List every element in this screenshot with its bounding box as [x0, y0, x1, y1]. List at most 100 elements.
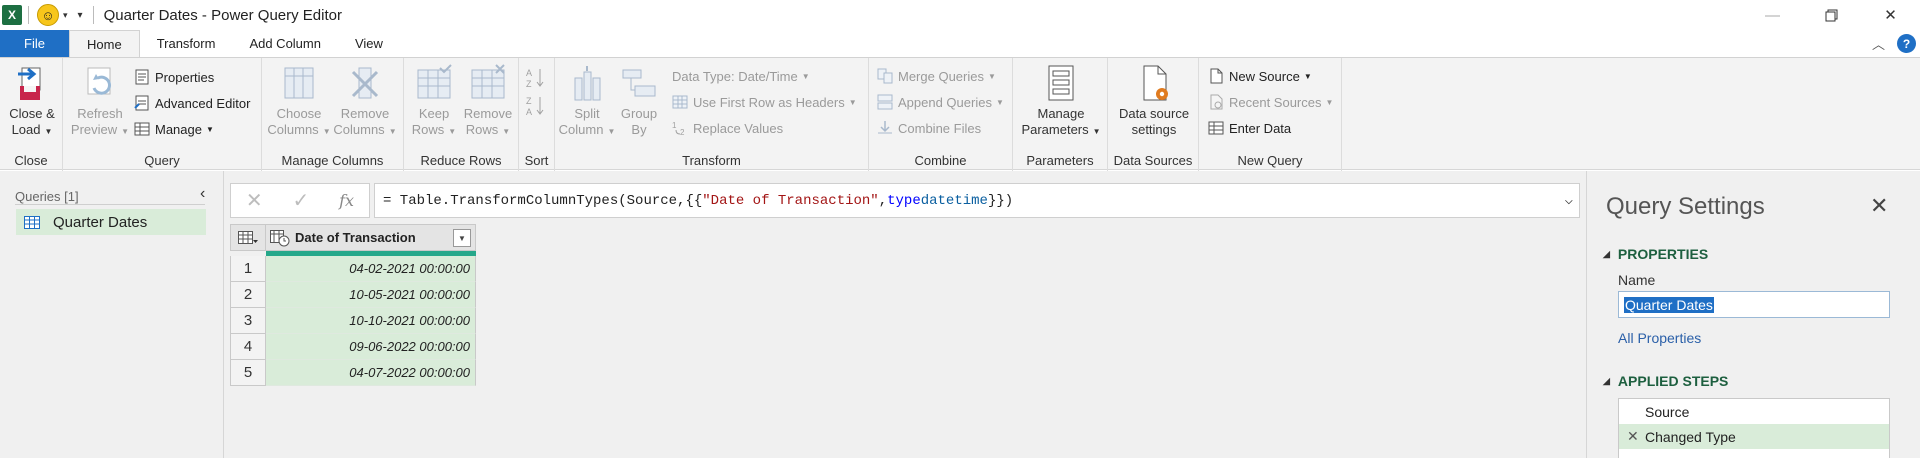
main-area: ✕ ✓ fx = Table.TransformColumnTypes(Sour…: [224, 171, 1586, 458]
group-combine-label: Combine: [914, 153, 967, 168]
step-changed-type[interactable]: ✕ Changed Type: [1619, 424, 1889, 449]
group-by-button[interactable]: Group By: [617, 64, 661, 138]
data-type-button[interactable]: Data Type: Date/Time ▼: [672, 66, 810, 86]
restore-button[interactable]: [1802, 0, 1861, 30]
svg-text:1: 1: [672, 121, 677, 130]
cancel-formula-icon[interactable]: ✕: [246, 188, 263, 213]
group-by-label-2: By: [631, 122, 647, 137]
advanced-editor-icon: [134, 95, 149, 111]
excel-logo-icon: X: [2, 5, 22, 25]
collapse-ribbon-icon[interactable]: ︿: [1872, 34, 1885, 53]
row-number[interactable]: 3: [230, 308, 266, 334]
remove-rows-button[interactable]: Remove Rows ▼: [460, 64, 516, 140]
choose-columns-icon: [284, 67, 314, 99]
manage-parameters-label-2: Parameters ▼: [1021, 122, 1101, 137]
minimize-button[interactable]: —: [1743, 0, 1802, 30]
append-queries-button[interactable]: Append Queries ▼: [877, 92, 1004, 112]
table-cell[interactable]: 10-10-2021 00:00:00: [266, 308, 476, 334]
data-source-settings-button[interactable]: Data source settings: [1114, 64, 1194, 138]
manage-button[interactable]: Manage ▼: [134, 119, 214, 139]
tab-transform[interactable]: Transform: [140, 30, 233, 57]
expand-formula-icon[interactable]: ⌵: [1565, 192, 1573, 209]
properties-button[interactable]: Properties: [134, 67, 214, 87]
table-row: 1 04-02-2021 00:00:00: [230, 256, 476, 282]
group-close-label: Close: [14, 153, 48, 168]
close-load-button[interactable]: Close & Load ▼: [6, 64, 58, 140]
data-grid: Date of Transaction ▼ 1 04-02-2021 00:00…: [230, 224, 476, 386]
formula-input[interactable]: = Table.TransformColumnTypes(Source,{{"D…: [374, 183, 1580, 218]
close-window-button[interactable]: ✕: [1861, 0, 1920, 30]
formula-prefix: = Table.TransformColumnTypes(Source,{{: [383, 192, 703, 209]
fx-icon[interactable]: fx: [339, 191, 354, 210]
group-parameters-label: Parameters: [1026, 153, 1094, 168]
applied-steps-list: Source ✕ Changed Type: [1618, 398, 1890, 458]
split-column-button[interactable]: Split Column ▼: [559, 64, 615, 140]
table-menu-button[interactable]: [230, 224, 266, 251]
combine-files-button[interactable]: Combine Files: [877, 118, 981, 138]
query-settings-pane: Query Settings ✕ ◢ PROPERTIES Name Quart…: [1586, 171, 1920, 458]
new-source-button[interactable]: New Source ▼: [1208, 66, 1312, 86]
formula-string: "Date of Transaction": [702, 192, 879, 209]
svg-text:Z: Z: [526, 96, 532, 106]
group-manage-columns: Choose Columns ▼ Remove Columns ▼ Manage C…: [262, 58, 404, 171]
table-cell[interactable]: 10-05-2021 00:00:00: [266, 282, 476, 308]
name-label: Name: [1618, 272, 1656, 288]
query-item-quarter-dates[interactable]: Quarter Dates: [16, 209, 206, 235]
table-cell[interactable]: 04-02-2021 00:00:00: [266, 256, 476, 282]
column-header-date-of-transaction[interactable]: Date of Transaction ▼: [266, 224, 476, 251]
remove-columns-label-1: Remove: [340, 106, 390, 121]
collapse-queries-icon[interactable]: ‹: [200, 185, 205, 203]
choose-columns-button[interactable]: Choose Columns ▼: [267, 64, 331, 140]
group-by-label-1: Group: [620, 106, 658, 121]
refresh-label-2: Preview ▼: [70, 122, 130, 137]
sort-ascending-button[interactable]: AZ: [526, 66, 546, 90]
row-number[interactable]: 4: [230, 334, 266, 360]
merge-queries-button[interactable]: Merge Queries ▼: [877, 66, 996, 86]
delete-step-icon[interactable]: ✕: [1627, 428, 1639, 445]
choose-columns-label-1: Choose: [276, 106, 322, 121]
quick-access-customize-icon[interactable]: ▾: [78, 10, 83, 21]
column-filter-button[interactable]: ▼: [453, 229, 471, 247]
help-icon[interactable]: ?: [1897, 34, 1916, 53]
group-data-sources-label: Data Sources: [1113, 153, 1193, 168]
applied-steps-section-header[interactable]: ◢ APPLIED STEPS: [1603, 373, 1728, 389]
tab-view[interactable]: View: [338, 30, 400, 57]
tab-add-column[interactable]: Add Column: [232, 30, 338, 57]
recent-sources-button[interactable]: Recent Sources ▼: [1208, 92, 1333, 112]
manage-table-icon: [134, 122, 150, 136]
tab-home[interactable]: Home: [69, 30, 140, 57]
replace-values-button[interactable]: 12 Replace Values: [672, 118, 783, 138]
close-settings-icon[interactable]: ✕: [1870, 193, 1888, 219]
properties-section-header[interactable]: ◢ PROPERTIES: [1603, 246, 1708, 262]
all-properties-link[interactable]: All Properties: [1618, 330, 1701, 346]
smiley-feedback-icon[interactable]: ☺: [37, 4, 59, 26]
enter-data-button[interactable]: Enter Data: [1208, 118, 1291, 138]
query-name-field[interactable]: Quarter Dates: [1618, 291, 1890, 318]
commit-formula-icon[interactable]: ✓: [293, 188, 310, 213]
queries-header: Queries [1]: [15, 189, 79, 204]
sort-descending-button[interactable]: ZA: [526, 94, 546, 118]
column-header-label: Date of Transaction: [295, 230, 416, 245]
combine-files-icon: [878, 121, 892, 134]
group-combine: Merge Queries ▼ Append Queries ▼ Combine F…: [869, 58, 1013, 171]
row-number[interactable]: 5: [230, 360, 266, 386]
feedback-dropdown-icon[interactable]: ▾: [63, 10, 68, 21]
remove-rows-label-1: Remove: [463, 106, 513, 121]
advanced-editor-button[interactable]: Advanced Editor: [134, 93, 250, 113]
sort-descending-icon: ZA: [526, 96, 544, 117]
refresh-label-1: Refresh: [77, 106, 123, 121]
use-first-row-headers-button[interactable]: Use First Row as Headers ▼: [672, 92, 857, 112]
tab-file[interactable]: File: [0, 30, 69, 57]
table-cell[interactable]: 04-07-2022 00:00:00: [266, 360, 476, 386]
row-number[interactable]: 2: [230, 282, 266, 308]
remove-rows-label-2: Rows ▼: [465, 122, 511, 137]
keep-rows-button[interactable]: Keep Rows ▼: [408, 64, 460, 140]
manage-parameters-button[interactable]: Manage Parameters ▼: [1021, 64, 1101, 140]
window-title: Quarter Dates - Power Query Editor: [103, 6, 342, 24]
replace-values-icon: 12: [672, 121, 685, 136]
step-source[interactable]: Source: [1619, 399, 1889, 424]
refresh-preview-button[interactable]: Refresh Preview ▼: [71, 64, 129, 140]
row-number[interactable]: 1: [230, 256, 266, 282]
remove-columns-button[interactable]: Remove Columns ▼: [332, 64, 398, 140]
table-cell[interactable]: 09-06-2022 00:00:00: [266, 334, 476, 360]
